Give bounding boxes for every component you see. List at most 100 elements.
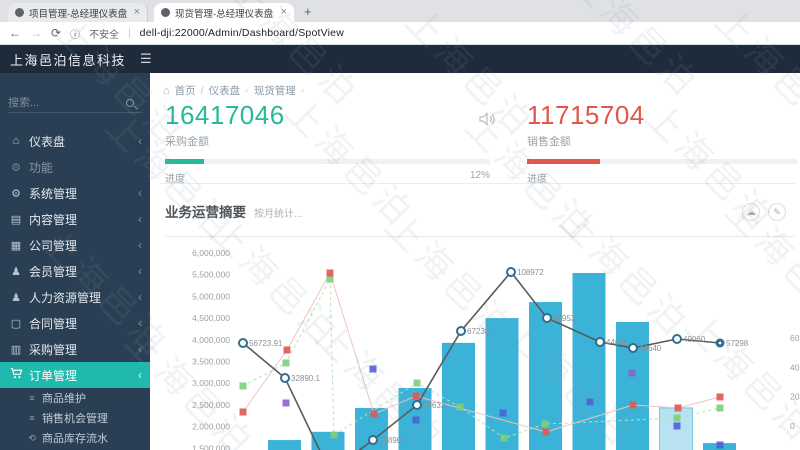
scatter-point-green (331, 432, 338, 439)
scatter-point-green (283, 360, 290, 367)
y-axis-tick: 5,000,000 (192, 291, 230, 301)
scatter-point-green (674, 415, 681, 422)
line-point-label: 19890 (379, 436, 402, 445)
line-marker-dot (719, 342, 722, 345)
tab-close-icon[interactable]: × (281, 7, 287, 18)
breadcrumb-separator: ◦ (245, 85, 249, 97)
hr-icon: ♟ (8, 291, 24, 304)
chevron-left-icon: ‹ (138, 316, 142, 330)
y-axis-tick: 3,000,000 (192, 378, 230, 388)
sidebar-item-11[interactable]: ≡ 销售机会管理 (0, 408, 150, 428)
scatter-point-red (717, 394, 724, 401)
scatter-point-green (717, 405, 724, 412)
sidebar-item-7[interactable]: ▢合同管理‹ (0, 310, 150, 336)
site-info-icon[interactable]: ⓘ (70, 26, 80, 41)
line-marker (369, 436, 377, 444)
panel-title-rule (165, 236, 795, 237)
content-icon: ▤ (8, 213, 24, 226)
right-axis-tick: 20 (790, 392, 800, 402)
scatter-point-blue (717, 442, 724, 449)
progress-fill (527, 159, 600, 164)
search-icon[interactable] (126, 99, 134, 107)
breadcrumb-spot[interactable]: 现货管理 (254, 83, 296, 98)
line-point-label: 44639 (606, 338, 629, 347)
hamburger-menu-icon[interactable]: ☰ (140, 51, 152, 67)
line-point-label: 56723.91 (249, 339, 283, 348)
chevron-left-icon: ‹ (138, 342, 142, 356)
sidebar-item-label: 合同管理 (29, 315, 138, 332)
sidebar-item-2[interactable]: ⚙系统管理‹ (0, 180, 150, 206)
tab-title: 现货管理-总经理仪表盘 (175, 6, 277, 20)
brand-title: 上海邑泊信息科技 (10, 50, 126, 69)
back-icon[interactable]: ← (9, 27, 21, 39)
speaker-icon[interactable] (478, 111, 496, 132)
sidebar-item-label: 商品库存流水 (42, 430, 142, 446)
sidebar-item-5[interactable]: ♟会员管理‹ (0, 258, 150, 284)
line-point-label: 91953 (553, 314, 576, 323)
scatter-point-blue (500, 410, 507, 417)
kpi-label: 销售金额 (527, 133, 797, 149)
kpi-value: 11715704 (527, 101, 797, 130)
line-point-label: 49060 (683, 335, 706, 344)
list-icon: ≡ (26, 413, 38, 423)
panel-title: 业务运营摘要按月统计... (165, 201, 302, 221)
scatter-point-blue (674, 423, 681, 430)
scatter-point-red (543, 429, 550, 436)
scatter-point-red (284, 347, 291, 354)
browser-tab-project[interactable]: 项目管理-总经理仪表盘 × (8, 3, 148, 22)
scatter-point-red (413, 393, 420, 400)
search-input[interactable] (8, 97, 122, 109)
edit-icon[interactable]: ✎ (768, 203, 786, 221)
scatter-point-green (501, 435, 508, 442)
scatter-point-red (675, 405, 682, 412)
sidebar-item-label: 销售机会管理 (42, 410, 142, 426)
line-point-label: 67238 (467, 327, 490, 336)
kpi-label: 采购金额 (165, 133, 490, 149)
sidebar-item-8[interactable]: ▥采购管理‹ (0, 336, 150, 362)
line-marker (413, 401, 421, 409)
sidebar-item-10[interactable]: ≡商品维护 (0, 388, 150, 408)
tab-close-icon[interactable]: × (134, 7, 140, 18)
sidebar-item-3[interactable]: ▤内容管理‹ (0, 206, 150, 232)
new-tab-button[interactable]: + (304, 5, 312, 18)
breadcrumb-home[interactable]: 首页 (175, 83, 196, 98)
sidebar-item-9[interactable]: 订单管理‹ (0, 362, 150, 388)
line-point-label: 54632 (423, 401, 446, 410)
bar (442, 343, 475, 450)
scatter-point-green (542, 421, 549, 428)
y-axis-tick: 3,500,000 (192, 357, 230, 367)
member-icon: ♟ (8, 265, 24, 278)
scatter-point-green (457, 404, 464, 411)
sidebar-item-6[interactable]: ♟人力资源管理‹ (0, 284, 150, 310)
scatter-point-green (240, 383, 247, 390)
line-marker (457, 327, 465, 335)
cart-icon (8, 367, 24, 383)
breadcrumb: ⌂ 首页 / 仪表盘 ◦ 现货管理 ◦ (163, 83, 305, 98)
scatter-point-blue (413, 417, 420, 424)
app-header: 上海邑泊信息科技 ☰ (0, 45, 800, 73)
line-point-label: 44640 (639, 344, 662, 353)
url-input[interactable]: dell-dji:22000/Admin/Dashboard/SpotView (140, 27, 344, 39)
sidebar-item-12[interactable]: ⟲商品库存流水 (0, 428, 150, 448)
breadcrumb-dashboard[interactable]: 仪表盘 (209, 83, 241, 98)
line-marker (543, 314, 551, 322)
sidebar-item-label: 公司管理 (29, 237, 138, 254)
sidebar-item-4[interactable]: ▦公司管理‹ (0, 232, 150, 258)
kpi-purchase-amount: 16417046 采购金额 进度 12% (165, 101, 490, 185)
line-point-label: 32890.1 (291, 374, 320, 383)
sidebar-item-0[interactable]: ⌂仪表盘‹ (0, 128, 150, 154)
kpi-value: 16417046 (165, 101, 490, 130)
forward-icon: → (30, 27, 42, 39)
progress-track (165, 159, 490, 164)
sidebar-item-1[interactable]: ⚙功能 (0, 154, 150, 180)
reload-icon[interactable]: ⟳ (51, 27, 61, 39)
sidebar: ⌂仪表盘‹⚙功能⚙系统管理‹▤内容管理‹▦公司管理‹♟会员管理‹♟人力资源管理‹… (0, 73, 150, 450)
browser-window: 项目管理-总经理仪表盘 × 现货管理-总经理仪表盘 × + ← → ⟳ ⓘ 不安… (0, 0, 800, 450)
scatter-point-purple (283, 400, 290, 407)
cloud-download-icon[interactable]: ☁ (742, 203, 760, 221)
browser-tab-spot[interactable]: 现货管理-总经理仪表盘 × (154, 3, 294, 22)
sidebar-item-label: 订单管理 (29, 367, 138, 384)
sidebar-item-label: 仪表盘 (29, 133, 138, 150)
sidebar-item-label: 商品维护 (42, 390, 142, 406)
scatter-point-red (240, 409, 247, 416)
